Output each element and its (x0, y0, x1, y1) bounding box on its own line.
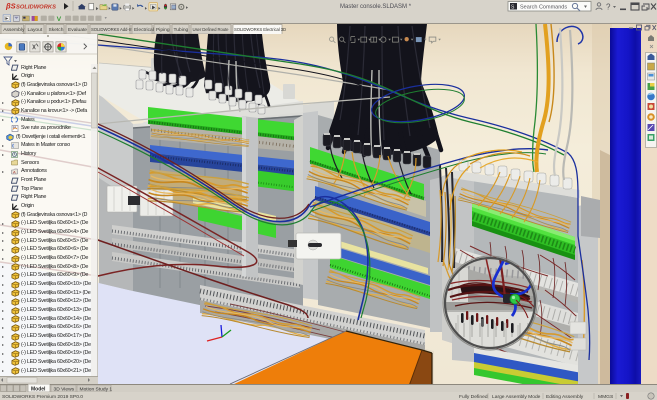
svg-text:MMGS: MMGS (598, 394, 614, 400)
svg-text:Layout: Layout (28, 27, 43, 33)
svg-text:Search Commands: Search Commands (520, 5, 567, 11)
svg-text:SOLIDWORKS Electrical 3D: SOLIDWORKS Electrical 3D (234, 27, 286, 32)
svg-text:βS: βS (5, 2, 16, 11)
svg-text:SOLIDWORKS Add-Ins: SOLIDWORKS Add-Ins (91, 27, 134, 32)
svg-text:Piping: Piping (156, 27, 170, 33)
svg-text:Editing Assembly: Editing Assembly (546, 394, 584, 400)
svg-text:User Defined Route: User Defined Route (193, 27, 230, 32)
svg-text:Assembly: Assembly (3, 27, 25, 33)
svg-text:SOLIDWORKS Premium 2019 SP0.0: SOLIDWORKS Premium 2019 SP0.0 (2, 394, 83, 400)
svg-text:Tubing: Tubing (174, 27, 189, 33)
svg-text:Sketch: Sketch (49, 27, 64, 33)
svg-text:Large Assembly Mode: Large Assembly Mode (492, 394, 541, 400)
svg-text:Evaluate: Evaluate (68, 27, 87, 33)
svg-text:?: ? (606, 3, 611, 12)
svg-text:SOLIDWORKS: SOLIDWORKS (16, 4, 56, 10)
svg-text:V: V (57, 16, 62, 23)
svg-text:Fully Defined: Fully Defined (459, 394, 488, 400)
svg-text:10: 10 (13, 125, 17, 129)
svg-text:Electrical: Electrical (134, 27, 154, 33)
svg-text:Master console.SLDASM *: Master console.SLDASM * (340, 4, 412, 10)
svg-text:A: A (13, 169, 16, 174)
